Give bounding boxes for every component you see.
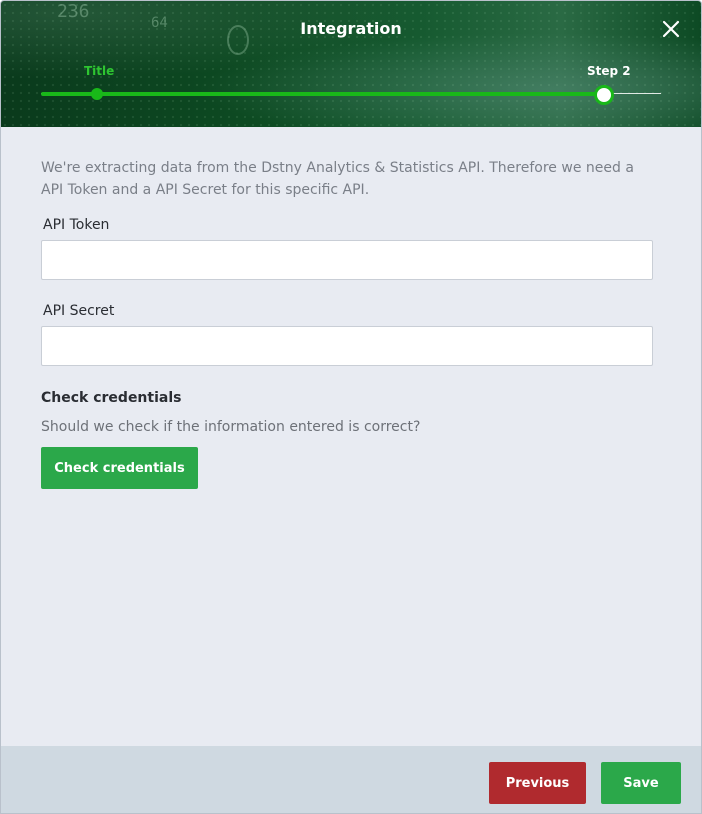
dialog-title: Integration [300, 19, 402, 38]
close-icon [662, 20, 680, 38]
check-credentials-heading: Check credentials [41, 390, 182, 406]
integration-dialog: 236 64 Integration Title Step 2 We're ex… [0, 0, 702, 814]
step-dot-step-2[interactable] [594, 85, 614, 105]
previous-button[interactable]: Previous [489, 762, 586, 804]
step-label-step-2[interactable]: Step 2 [587, 64, 631, 78]
api-secret-input[interactable] [41, 326, 653, 366]
check-credentials-description: Should we check if the information enter… [41, 419, 421, 435]
step-dot-title[interactable] [91, 88, 103, 100]
dialog-body: We're extracting data from the Dstny Ana… [41, 127, 655, 489]
check-credentials-button[interactable]: Check credentials [41, 447, 198, 489]
api-secret-label: API Secret [43, 303, 115, 319]
step-label-title[interactable]: Title [84, 64, 114, 78]
save-button[interactable]: Save [601, 762, 681, 804]
intro-text: We're extracting data from the Dstny Ana… [41, 160, 634, 198]
api-token-label: API Token [43, 217, 110, 233]
close-button[interactable] [659, 17, 683, 41]
api-token-input[interactable] [41, 240, 653, 280]
dialog-header: 236 64 Integration Title Step 2 [1, 1, 701, 127]
dialog-footer: Previous Save [1, 746, 701, 813]
stepper-progress-fill [41, 92, 599, 96]
